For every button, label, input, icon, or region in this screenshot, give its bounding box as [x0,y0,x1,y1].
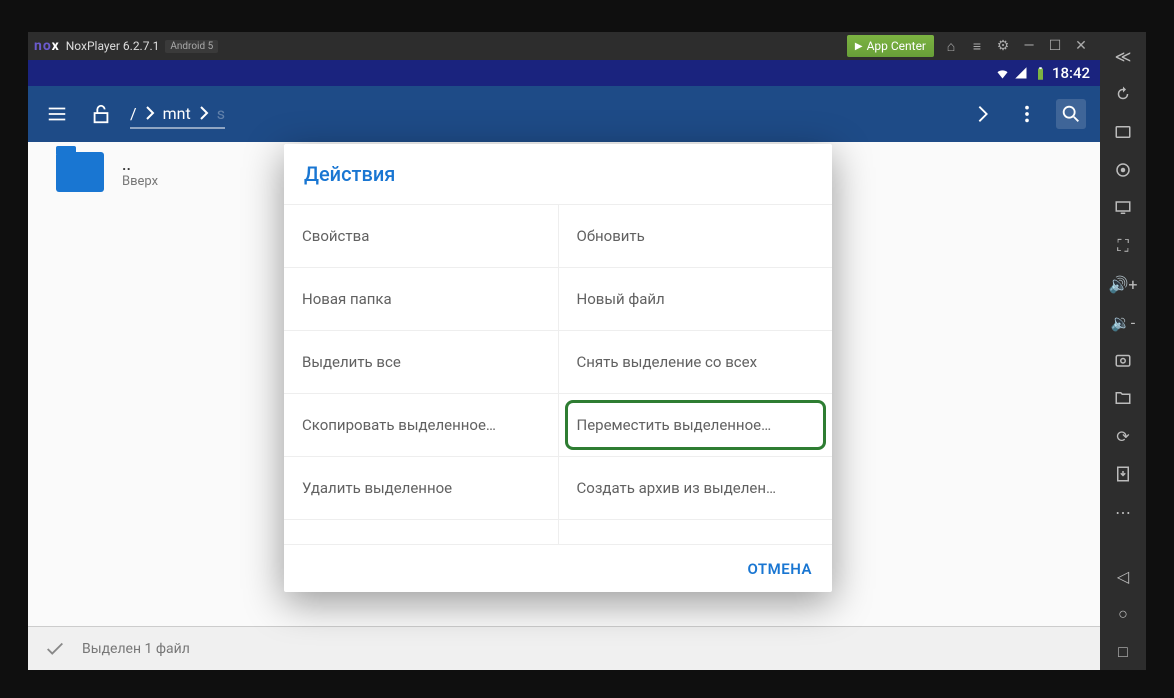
action-delete-selection[interactable]: Удалить выделенное [284,457,559,519]
menu-lines-button[interactable]: ≡ [964,35,990,57]
home-icon[interactable]: ○ [1100,596,1146,632]
fullscreen-icon[interactable]: ⛶ [1100,228,1146,264]
breadcrumb-seg[interactable]: mnt [163,104,191,123]
cancel-button[interactable]: ОТМЕНА [748,560,813,578]
action-deselect-all[interactable]: Снять выделение со всех [559,331,833,393]
nox-title: NoxPlayer 6.2.7.1 [66,39,160,53]
chevron-right-icon [199,106,209,120]
action-refresh[interactable]: Обновить [559,205,833,267]
android-statusbar: 18:42 [28,60,1100,86]
close-button[interactable]: ✕ [1068,35,1094,57]
screenshot-icon[interactable] [1100,114,1146,150]
lock-open-icon[interactable] [86,103,116,125]
nox-logo: nox [34,38,60,54]
settings-gear-button[interactable]: ⚙ [990,35,1016,57]
action-more-left[interactable] [284,520,559,544]
apk-icon[interactable] [1100,456,1146,492]
android-screen: 18:42 / mnt s .. Вверх [28,60,1100,670]
action-new-folder[interactable]: Новая папка [284,268,559,330]
nox-window: nox NoxPlayer 6.2.7.1 Android 5 ▶App Cen… [28,32,1146,670]
rotate-icon[interactable] [1100,76,1146,112]
folder-icon [56,152,104,192]
check-icon[interactable] [44,638,66,660]
path-breadcrumb[interactable]: / mnt s [130,100,225,129]
selection-text: Выделен 1 файл [82,641,190,657]
action-new-file[interactable]: Новый файл [559,268,833,330]
action-more-right[interactable] [559,520,833,544]
battery-icon [1033,66,1048,81]
file-manager-toolbar: / mnt s [28,86,1100,142]
recent-icon[interactable]: □ [1100,634,1146,670]
camera-icon[interactable] [1100,342,1146,378]
more-icon[interactable]: ⋯ [1100,494,1146,530]
hamburger-menu-icon[interactable] [42,103,72,125]
app-center-button[interactable]: ▶App Center [847,35,934,57]
clock: 18:42 [1052,64,1090,82]
wifi-icon [995,66,1010,81]
back-icon[interactable]: ◁ [1100,558,1146,594]
file-name: .. [122,155,158,174]
display-icon[interactable] [1100,190,1146,226]
volume-up-icon[interactable]: 🔊+ [1100,266,1146,302]
nox-titlebar: nox NoxPlayer 6.2.7.1 Android 5 ▶App Cen… [28,32,1100,60]
actions-dialog: Действия Свойства Обновить Новая папка Н… [284,144,832,592]
breadcrumb-root[interactable]: / [130,104,137,123]
forward-icon[interactable] [968,103,998,125]
volume-down-icon[interactable]: 🔉- [1100,304,1146,340]
collapse-icon[interactable]: ≪ [1100,38,1146,74]
search-icon[interactable] [1056,99,1086,129]
action-properties[interactable]: Свойства [284,205,559,267]
android-version-badge: Android 5 [165,40,218,53]
location-icon[interactable] [1100,152,1146,188]
folder-icon[interactable] [1100,380,1146,416]
nox-side-toolbar: ≪ ⛶ 🔊+ 🔉- ⟳ ⋯ ◁ ○ □ [1100,32,1146,670]
home-button[interactable]: ⌂ [938,35,964,57]
overflow-menu-icon[interactable] [1012,103,1042,125]
breadcrumb-seg[interactable]: s [217,104,225,123]
action-move-selection[interactable]: Переместить выделенное… [559,394,833,456]
selection-bar: Выделен 1 файл [28,626,1100,670]
action-select-all[interactable]: Выделить все [284,331,559,393]
maximize-button[interactable]: ☐ [1042,35,1068,57]
action-copy-selection[interactable]: Скопировать выделенное… [284,394,559,456]
refresh-icon[interactable]: ⟳ [1100,418,1146,454]
minimize-button[interactable]: — [1016,35,1042,57]
dialog-title: Действия [284,144,832,204]
signal-icon [1014,66,1029,81]
chevron-right-icon [145,106,155,120]
action-archive-selection[interactable]: Создать архив из выделен… [559,457,833,519]
play-icon: ▶ [855,41,863,52]
file-subtitle: Вверх [122,174,158,189]
